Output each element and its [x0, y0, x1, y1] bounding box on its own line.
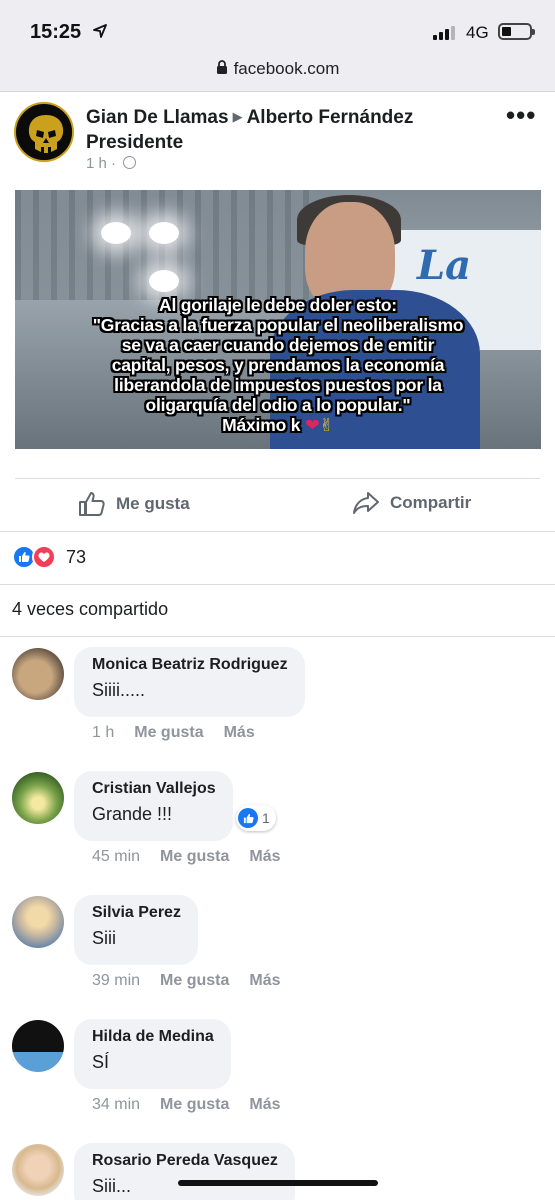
caption-line: Al gorilaje le debe doler esto:	[159, 295, 397, 315]
comment-like-button[interactable]: Me gusta	[134, 724, 203, 742]
comment-bubble: Hilda de Medina SÍ	[74, 1019, 231, 1089]
reactions-count: 73	[66, 546, 87, 567]
shares-count[interactable]: 4 veces compartido	[12, 599, 168, 620]
comment-reaction-badge[interactable]: 1	[236, 805, 276, 831]
comment-bubble: Cristian Vallejos Grande !!!	[74, 771, 233, 841]
comment-bubble: Silvia Perez Siii	[74, 895, 198, 965]
comment-more-button[interactable]: Más	[249, 848, 280, 866]
caption-line: oligarquía del odio a lo popular."	[145, 395, 411, 415]
divider	[15, 478, 540, 479]
comment-like-button[interactable]: Me gusta	[160, 848, 229, 866]
home-indicator[interactable]	[178, 1180, 378, 1186]
comment-reaction-count: 1	[262, 810, 270, 826]
like-button[interactable]: Me gusta	[78, 491, 190, 517]
share-button[interactable]: Compartir	[352, 491, 471, 515]
comment-avatar[interactable]	[12, 1144, 64, 1196]
heart-emoji-icon: ❤	[304, 415, 320, 435]
comment-bubble: Monica Beatriz Rodriguez Siiii.....	[74, 647, 305, 717]
comment-more-button[interactable]: Más	[249, 1096, 280, 1114]
comment-text: Siii	[92, 928, 117, 948]
image-banner-text: La	[417, 242, 472, 289]
image-caption: Al gorilaje le debe doler esto: "Gracias…	[15, 295, 541, 435]
comment-avatar[interactable]	[12, 648, 64, 700]
reactions-summary[interactable]: 73	[12, 545, 86, 569]
like-label: Me gusta	[116, 494, 190, 513]
comment-avatar[interactable]	[12, 772, 64, 824]
comment-more-button[interactable]: Más	[224, 724, 255, 742]
skull-logo-icon	[18, 106, 72, 160]
post-author-line: Gian De Llamas ▶ Alberto Fernández Preside…	[86, 104, 486, 155]
post-time[interactable]: 1 h	[86, 155, 107, 172]
thumbs-up-icon	[79, 492, 105, 516]
browser-top-bar: 15:25 4G facebook.com	[0, 0, 555, 92]
comment-avatar[interactable]	[12, 896, 64, 948]
post-meta: 1 h ·	[86, 155, 137, 172]
comment-text: Siiii.....	[92, 680, 146, 700]
comment-meta: 34 min Me gusta Más	[92, 1096, 281, 1114]
share-arrow-icon	[353, 492, 379, 514]
network-type: 4G	[466, 23, 489, 42]
comment-author[interactable]: Monica Beatriz Rodriguez	[92, 656, 288, 674]
caption-signature: Máximo k	[222, 415, 301, 435]
comment-author[interactable]: Hilda de Medina	[92, 1028, 214, 1046]
status-time: 15:25	[30, 21, 82, 43]
divider	[0, 584, 555, 585]
comment-time: 39 min	[92, 972, 141, 989]
victory-hand-emoji-icon: ✌	[319, 415, 334, 435]
comment-avatar[interactable]	[12, 1020, 64, 1072]
lock-icon	[216, 60, 227, 74]
comment-meta: 1 h Me gusta Más	[92, 724, 255, 742]
comment-time: 34 min	[92, 1096, 141, 1113]
share-label: Compartir	[390, 493, 472, 512]
url-domain: facebook.com	[233, 59, 340, 78]
comment-meta: 45 min Me gusta Más	[92, 848, 281, 866]
divider	[0, 636, 555, 637]
comment-like-button[interactable]: Me gusta	[160, 1096, 229, 1114]
comment-author[interactable]: Cristian Vallejos	[92, 780, 216, 798]
location-arrow-icon	[93, 24, 107, 38]
comment-like-button[interactable]: Me gusta	[160, 972, 229, 990]
comment-author[interactable]: Rosario Pereda Vasquez	[92, 1152, 278, 1170]
divider	[0, 531, 555, 532]
image-light	[101, 222, 131, 244]
more-options-button[interactable]: •••	[506, 102, 542, 130]
caption-signature-line: Máximo k ❤✌	[15, 415, 541, 435]
comment-more-button[interactable]: Más	[249, 972, 280, 990]
battery-icon	[498, 23, 535, 40]
comment-meta: 39 min Me gusta Más	[92, 972, 281, 990]
comment-text: SÍ	[92, 1052, 110, 1072]
caption-line: "Gracias a la fuerza popular el neoliber…	[92, 315, 464, 335]
caption-line: liberandola de impuestos puestos por la	[114, 375, 442, 395]
globe-icon	[123, 156, 137, 169]
love-reaction-icon	[32, 545, 56, 569]
arrow-right-icon: ▶	[232, 109, 243, 124]
comment-time: 45 min	[92, 848, 141, 865]
like-reaction-icon	[238, 808, 258, 828]
author-avatar[interactable]	[14, 102, 74, 162]
comment-author[interactable]: Silvia Perez	[92, 904, 181, 922]
image-light	[149, 222, 179, 244]
author-name[interactable]: Gian De Llamas	[86, 107, 229, 128]
caption-line: se va a caer cuando dejemos de emitir	[121, 335, 435, 355]
comment-time: 1 h	[92, 724, 115, 741]
cellular-signal-icon	[433, 24, 455, 40]
url-bar[interactable]: facebook.com	[0, 59, 555, 79]
caption-line: capital, pesos, y prendamos la economía	[111, 355, 445, 375]
comment-bubble: Rosario Pereda Vasquez Siii...	[74, 1143, 295, 1200]
image-light	[149, 270, 179, 292]
comment-text: Grande !!!	[92, 804, 173, 824]
